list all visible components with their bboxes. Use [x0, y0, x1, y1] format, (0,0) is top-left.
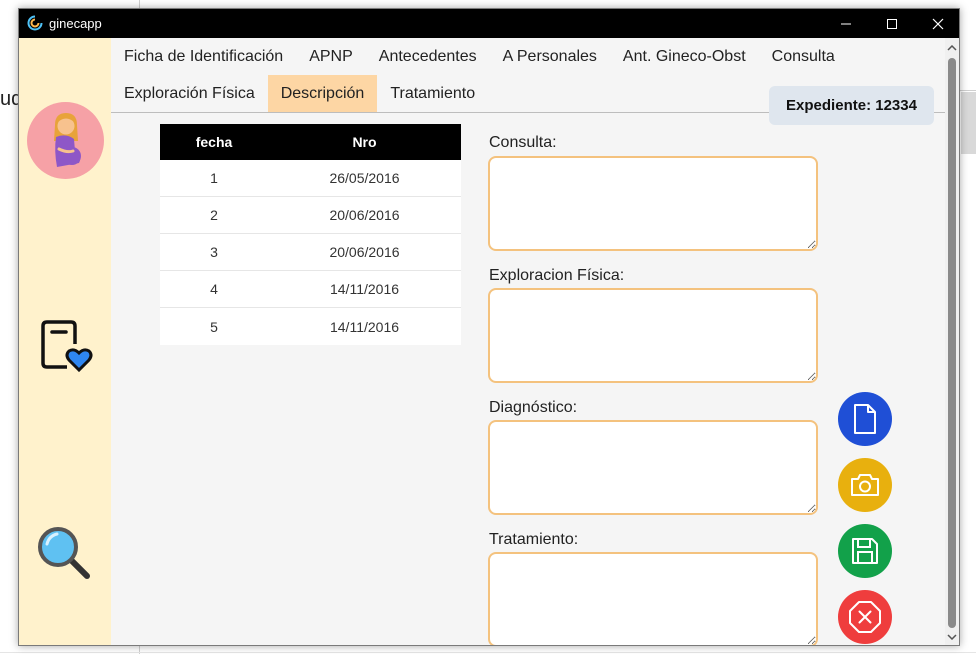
table-cell: 1: [210, 170, 218, 186]
tab-exploracion-fisica[interactable]: Exploración Física: [111, 75, 268, 112]
tratamiento-label: Tratamiento:: [489, 531, 579, 548]
background-panel: [961, 92, 976, 154]
app-title: ginecapp: [49, 16, 102, 31]
table-cell: 14/11/2016: [329, 318, 400, 335]
app-logo-icon: [27, 15, 43, 31]
exploracion-fisica-textarea[interactable]: [488, 288, 818, 383]
tab-ant-gineco-obst[interactable]: Ant. Gineco-Obst: [610, 38, 759, 75]
table-cell: 14/11/2016: [329, 281, 400, 297]
tab-bar-row-1: Ficha de Identificación APNP Antecedente…: [111, 38, 848, 75]
consulta-label: Consulta:: [489, 134, 557, 151]
maximize-icon: [887, 18, 897, 29]
tab-a-personales[interactable]: A Personales: [490, 38, 610, 75]
table-cell: 2: [210, 207, 218, 223]
consulta-textarea[interactable]: [488, 156, 818, 251]
cancel-icon: [849, 601, 881, 633]
maximize-button[interactable]: [869, 9, 915, 38]
minimize-icon: [841, 23, 851, 24]
diagnostico-label: Diagnóstico:: [489, 399, 578, 416]
main-panel: Ficha de Identificación APNP Antecedente…: [111, 38, 945, 645]
title-bar[interactable]: ginecapp: [19, 9, 959, 38]
exploracion-fisica-label: Exploracion Física:: [489, 267, 625, 284]
sidebar-item-patient[interactable]: [27, 102, 104, 179]
table-cell: 5: [210, 318, 218, 335]
table-cell: 26/05/2016: [329, 170, 400, 186]
scroll-up-arrow[interactable]: [947, 43, 957, 53]
background-divider: [0, 652, 976, 653]
chevron-up-icon: [947, 45, 957, 51]
vertical-scrollbar[interactable]: [945, 38, 959, 645]
close-button[interactable]: [915, 9, 959, 38]
search-icon: [38, 527, 90, 579]
camera-button[interactable]: [838, 458, 892, 512]
background-divider: [139, 0, 140, 8]
chevron-down-icon: [947, 634, 957, 640]
sidebar: [19, 38, 111, 645]
minimize-button[interactable]: [823, 9, 869, 38]
new-document-icon: [854, 404, 876, 434]
table-row[interactable]: 4 14/11/2016: [160, 271, 461, 308]
document-heart-icon: [41, 320, 93, 373]
tab-bar-row-2: Exploración Física Descripción Tratamien…: [111, 75, 488, 112]
pregnant-woman-icon: [53, 112, 81, 167]
table-row[interactable]: 5 14/11/2016: [160, 308, 461, 345]
sidebar-item-records[interactable]: [35, 316, 95, 376]
column-header-nro[interactable]: Nro: [268, 134, 461, 150]
tab-ficha-identificacion[interactable]: Ficha de Identificación: [111, 38, 296, 75]
consultation-table: fecha Nro 1 26/05/2016 2 20/06/2016 3 20…: [160, 124, 461, 345]
expediente-badge: Expediente: 12334: [769, 86, 934, 125]
table-cell: 3: [210, 244, 218, 260]
new-document-button[interactable]: [838, 392, 892, 446]
table-cell: 4: [210, 281, 218, 297]
save-button[interactable]: [838, 524, 892, 578]
table-row[interactable]: 1 26/05/2016: [160, 160, 461, 197]
tab-apnp[interactable]: APNP: [296, 38, 366, 75]
tratamiento-textarea[interactable]: [488, 552, 818, 645]
scrollbar-thumb[interactable]: [948, 58, 956, 628]
table-cell: 20/06/2016: [329, 244, 400, 260]
scroll-down-arrow[interactable]: [947, 632, 957, 642]
table-row[interactable]: 3 20/06/2016: [160, 234, 461, 271]
tab-descripcion[interactable]: Descripción: [267, 75, 378, 112]
tab-antecedentes[interactable]: Antecedentes: [366, 38, 490, 75]
table-cell: 20/06/2016: [329, 207, 400, 223]
tab-tratamiento[interactable]: Tratamiento: [377, 75, 488, 112]
background-divider: [960, 90, 976, 91]
close-icon: [932, 18, 944, 29]
app-window: ginecapp Ficha de Identificación APNP An…: [18, 8, 960, 646]
table-row[interactable]: 2 20/06/2016: [160, 197, 461, 234]
sidebar-item-search[interactable]: [33, 522, 95, 584]
diagnostico-textarea[interactable]: [488, 420, 818, 515]
table-header: fecha Nro: [160, 124, 461, 160]
column-header-fecha[interactable]: fecha: [160, 134, 268, 150]
tab-consulta[interactable]: Consulta: [759, 38, 848, 75]
save-icon: [852, 538, 878, 564]
camera-icon: [851, 474, 879, 496]
cancel-button[interactable]: [838, 590, 892, 644]
